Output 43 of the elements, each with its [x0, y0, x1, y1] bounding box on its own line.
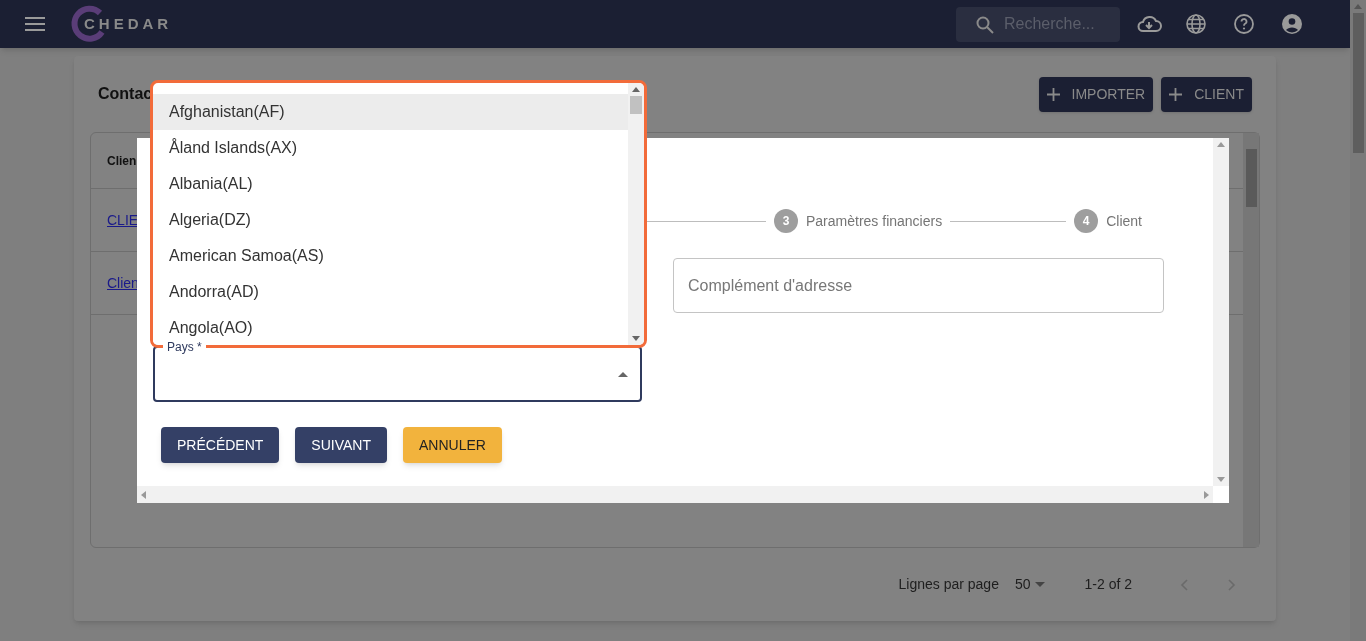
menu-icon[interactable] — [24, 16, 46, 32]
previous-page-icon[interactable] — [1180, 578, 1188, 591]
client-link[interactable]: CLIE — [107, 209, 139, 231]
page-title: Contac — [98, 84, 153, 104]
help-icon[interactable] — [1234, 14, 1254, 34]
cloud-download-icon[interactable] — [1136, 14, 1162, 34]
globe-icon[interactable] — [1186, 14, 1206, 34]
scrollbar-thumb[interactable] — [1245, 149, 1257, 207]
scrollbar-thumb[interactable] — [1352, 13, 1364, 153]
column-header: Clien — [107, 152, 137, 170]
step-button[interactable]: SUIVANT — [295, 427, 387, 463]
country-option[interactable]: Afghanistan(AF) — [153, 94, 628, 130]
scrollbar[interactable] — [1213, 138, 1229, 486]
account-icon[interactable] — [1282, 14, 1302, 34]
rows-per-page-label: Lignes par page — [898, 575, 999, 594]
step-label: Client — [1106, 211, 1142, 231]
scroll-right-icon[interactable] — [1204, 490, 1209, 499]
scroll-down-icon[interactable] — [1217, 477, 1225, 482]
address-field[interactable]: Complément d'adresse — [673, 258, 1164, 313]
plus-icon — [1046, 87, 1060, 101]
scrollbar[interactable] — [1243, 133, 1259, 547]
step-number: 3 — [774, 209, 798, 233]
cancel-button[interactable]: ANNULER — [403, 427, 502, 463]
next-page-icon[interactable] — [1228, 578, 1236, 591]
scrollbar-thumb[interactable] — [630, 96, 642, 114]
step-number: 4 — [1074, 209, 1099, 233]
page-scrollbar[interactable] — [1350, 0, 1366, 641]
page-range: 1-2 of 2 — [1084, 575, 1132, 594]
rows-per-page-select[interactable]: 50 — [1014, 574, 1045, 595]
scroll-left-icon[interactable] — [141, 490, 146, 499]
add-button[interactable]: CLIENT — [1161, 76, 1252, 112]
scroll-up-icon[interactable] — [1217, 142, 1225, 147]
plus-icon — [1169, 87, 1183, 101]
search-icon — [976, 15, 994, 34]
step-label: Paramètres financiers — [806, 211, 943, 231]
scroll-down-icon[interactable] — [632, 336, 640, 341]
add-button[interactable]: IMPORTER — [1038, 76, 1154, 112]
scrollbar[interactable] — [628, 83, 644, 345]
caret-down-icon — [1034, 581, 1045, 588]
scrollbar[interactable] — [137, 486, 1213, 503]
logo-text: CHEDAR — [84, 13, 173, 34]
scroll-up-icon[interactable] — [632, 87, 640, 92]
step-button[interactable]: PRÉCÉDENT — [161, 427, 280, 463]
